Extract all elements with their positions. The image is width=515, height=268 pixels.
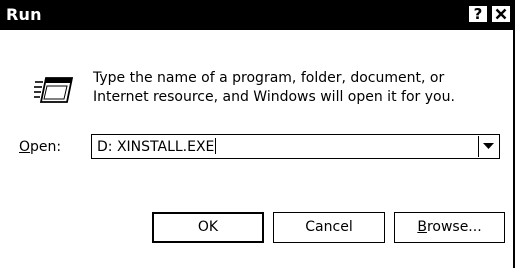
title-bar[interactable]: Run ?	[0, 0, 513, 30]
run-dialog: Run ? Type the name of a program, folder…	[0, 0, 515, 268]
text-cursor	[215, 138, 217, 154]
open-label: Open:	[19, 138, 61, 156]
help-button[interactable]: ?	[468, 5, 488, 23]
open-label-mnemonic: O	[19, 139, 31, 155]
open-combobox[interactable]: D: XINSTALL.EXE	[91, 134, 500, 159]
open-label-rest: pen:	[30, 139, 62, 155]
open-dropdown-button[interactable]	[478, 136, 498, 157]
open-input[interactable]: D: XINSTALL.EXE	[97, 138, 217, 156]
browse-label-rest: rowse...	[426, 219, 482, 235]
instruction-line-1: Type the name of a program, folder, docu…	[93, 70, 445, 86]
instruction-text: Type the name of a program, folder, docu…	[93, 69, 498, 107]
close-button[interactable]	[491, 5, 511, 23]
window-title: Run	[6, 5, 42, 24]
browse-mnemonic: B	[417, 219, 427, 235]
browse-button[interactable]: Browse...	[394, 212, 505, 243]
open-input-value: D: XINSTALL.EXE	[97, 139, 215, 155]
close-icon	[495, 8, 507, 20]
ok-button[interactable]: OK	[152, 212, 264, 243]
run-icon	[34, 77, 74, 103]
instruction-line-2: Internet resource, and Windows will open…	[93, 89, 455, 105]
cancel-button[interactable]: Cancel	[273, 212, 385, 243]
chevron-down-icon	[483, 143, 494, 149]
